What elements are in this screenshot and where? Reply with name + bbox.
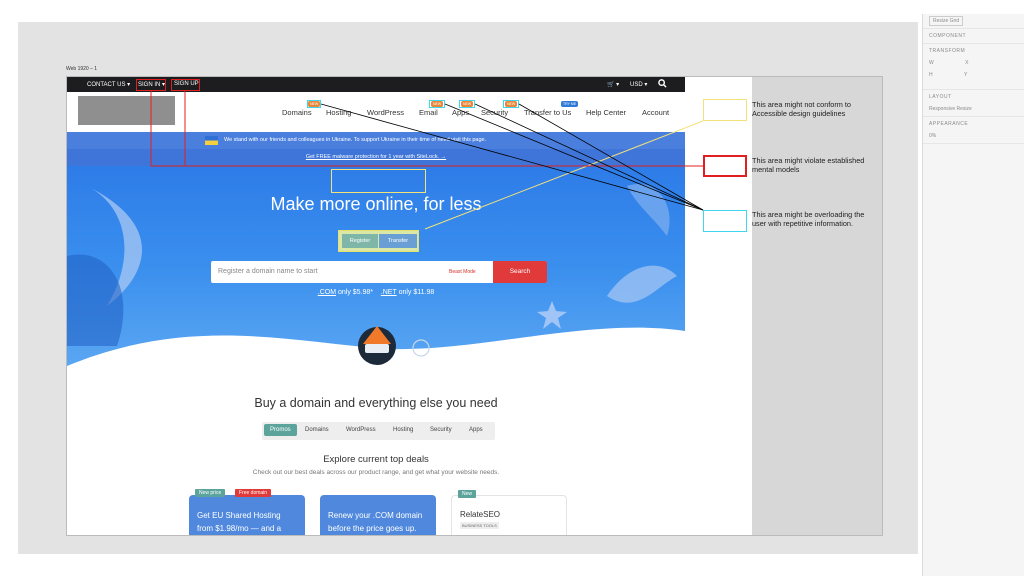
nav-transfer[interactable]: Transfer to Us	[524, 108, 571, 117]
relateseo-title: RelateSEO	[460, 510, 501, 519]
ukraine-flag-icon	[205, 136, 218, 145]
accessibility-highlight	[331, 169, 426, 193]
tab-domains[interactable]: Domains	[305, 427, 329, 433]
search-icon[interactable]	[658, 79, 667, 90]
com-price-link[interactable]: .COM	[318, 289, 336, 296]
nav-domains[interactable]: Domains	[282, 108, 312, 117]
signup-highlight	[171, 79, 200, 91]
inspector-panel: Resize Grid COMPONENT TRANSFORM W X H Y …	[922, 14, 1024, 576]
nav-apps[interactable]: Apps	[452, 108, 469, 117]
ukraine-banner: We stand with our friends and colleagues…	[67, 132, 685, 149]
cart-icon[interactable]: 🛒 ▾	[607, 81, 619, 88]
annotation-panel	[752, 77, 882, 535]
inspector-appearance: APPEARANCE 0%	[923, 117, 1024, 144]
legend-text-overloading: This area might be overloading the user …	[752, 210, 865, 228]
new-price-tag: New price	[195, 489, 226, 497]
frame-label: Web 1920 – 1	[66, 66, 98, 72]
contact-us-link[interactable]: CONTACT US ▾	[87, 81, 130, 88]
tab-hosting[interactable]: Hosting	[393, 427, 413, 433]
deal-card-text: Renew your .COM domain before the price …	[328, 511, 423, 533]
nav-wordpress[interactable]: WordPress	[367, 108, 404, 117]
resize-grid-button[interactable]: Resize Grid	[929, 16, 964, 26]
tab-wordpress[interactable]: WordPress	[346, 427, 376, 433]
section-title: Buy a domain and everything else you nee…	[254, 396, 498, 410]
free-domain-tag: Free domain	[235, 489, 272, 497]
signin-highlight	[136, 79, 166, 91]
currency-select[interactable]: USD ▾	[630, 81, 647, 88]
badge-highlight-email	[429, 100, 445, 108]
nav-email[interactable]: Email	[419, 108, 438, 117]
legend-text-mental-models: This area might violate established ment…	[752, 156, 865, 174]
net-price-link[interactable]: .NET	[381, 289, 397, 296]
tab-security[interactable]: Security	[430, 427, 452, 433]
inspector-layout: LAYOUT Responsive Resize	[923, 90, 1024, 117]
logo-placeholder[interactable]	[78, 96, 175, 125]
inspector-component: COMPONENT	[923, 29, 1024, 44]
beast-mode-link[interactable]: Beast Mode	[449, 269, 476, 275]
legend-text-accessibility: This area might not conform to Accessibl…	[752, 100, 851, 118]
deals-subtitle: Check out our best deals across our prod…	[252, 469, 500, 476]
badge-highlight-security	[503, 100, 519, 108]
domain-search-input[interactable]: Register a domain name to start	[218, 268, 318, 275]
promo-banner: Get FREE malware protection for 1 year w…	[67, 149, 685, 166]
deal-card-relateseo[interactable]: New RelateSEO BUSINESS TOOLS	[451, 490, 567, 535]
deals-title: Explore current top deals	[323, 454, 429, 465]
product-tabs: Promos Domains WordPress Hosting Securit…	[262, 422, 495, 440]
legend-swatch-mental-models	[703, 155, 747, 177]
badge-try-me: TRY ME	[561, 101, 579, 107]
inspector-transform: TRANSFORM W X H Y	[923, 44, 1024, 90]
hero-section: Make more online, for less Register Tran…	[67, 166, 685, 366]
ukraine-text[interactable]: We stand with our friends and colleagues…	[224, 137, 486, 143]
nav-security[interactable]: Security	[481, 108, 508, 117]
badge-highlight-hosting	[307, 100, 321, 108]
register-transfer-toggle: Register Transfer	[338, 230, 419, 252]
business-tools-tag: BUSINESS TOOLS	[460, 522, 499, 529]
badge-highlight-apps	[459, 100, 475, 108]
website-mockup: CONTACT US ▾ SIGN IN ▾ SIGN UP 🛒 ▾ USD ▾…	[67, 77, 685, 535]
hero-title: Make more online, for less	[270, 194, 482, 214]
transfer-tab[interactable]: Transfer	[379, 234, 417, 248]
artboard-frame: CONTACT US ▾ SIGN IN ▾ SIGN UP 🛒 ▾ USD ▾…	[66, 76, 883, 536]
nav-hosting[interactable]: Hosting	[326, 108, 351, 117]
tab-promos[interactable]: Promos	[264, 424, 297, 436]
search-button[interactable]: Search	[493, 261, 547, 283]
legend-swatch-accessibility	[703, 99, 747, 121]
domain-prices: .COM only $5.98* .NET only $11.98	[317, 289, 435, 296]
main-navigation: Domains Hosting WordPress Email Apps Sec…	[67, 92, 685, 132]
nav-help-center[interactable]: Help Center	[586, 108, 626, 117]
domain-search-box: Register a domain name to start Beast Mo…	[211, 261, 547, 283]
register-tab[interactable]: Register	[342, 234, 378, 248]
tab-apps[interactable]: Apps	[469, 427, 483, 433]
inspector-toolbar: Resize Grid	[923, 14, 1024, 29]
deal-card-renew[interactable]: Renew your .COM domain before the price …	[320, 495, 436, 535]
nav-account[interactable]: Account	[642, 108, 669, 117]
deal-card-text: Get EU Shared Hosting from $1.98/mo — an…	[197, 511, 282, 533]
sitelock-link[interactable]: Get FREE malware protection for 1 year w…	[306, 154, 446, 160]
deal-card-hosting[interactable]: New price Free domain Get EU Shared Host…	[189, 489, 305, 535]
new-tag: New	[458, 490, 477, 498]
legend-swatch-overloading	[703, 210, 747, 232]
